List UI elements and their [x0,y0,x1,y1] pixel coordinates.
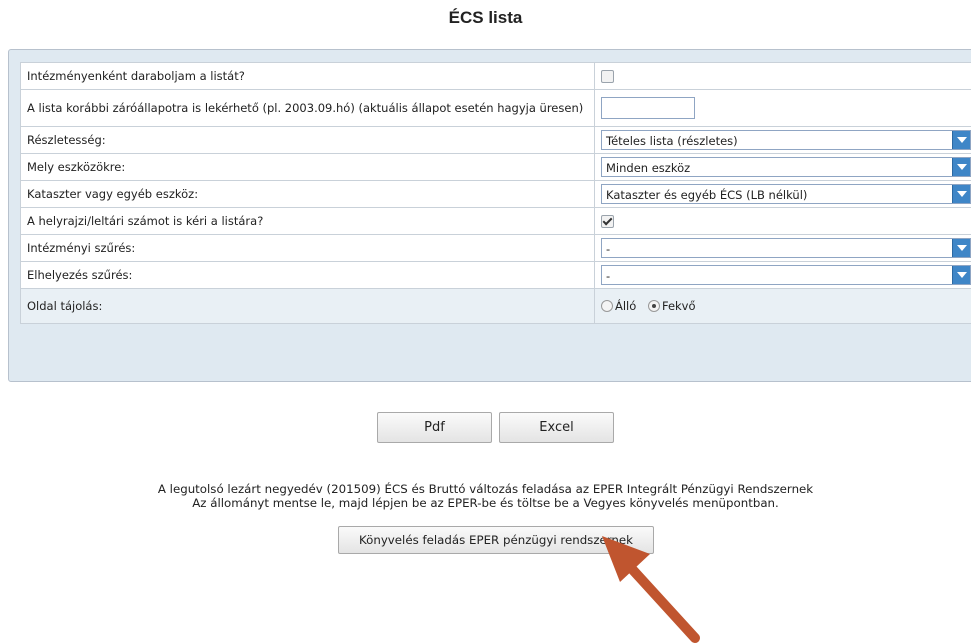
orientation-portrait-label[interactable]: Álló [615,299,636,313]
location-filter-label: Elhelyezés szűrés: [20,261,595,289]
excel-button[interactable]: Excel [499,412,614,443]
cadastre-select-value: Kataszter és egyéb ÉCS (LB nélkül) [606,188,808,202]
detail-select[interactable]: Tételes lista (részletes) [601,130,971,150]
chevron-down-icon[interactable] [952,185,970,203]
split-checkbox[interactable] [601,70,614,83]
split-label: Intézményenként daraboljam a listát? [20,62,595,90]
assets-select-value: Minden eszköz [606,161,691,175]
parcel-number-checkbox[interactable] [601,215,614,228]
table-row: Kataszter vagy egyéb eszköz: Kataszter é… [20,180,971,208]
info-line-1: A legutolsó lezárt negyedév (201509) ÉCS… [157,482,814,496]
institution-filter-label: Intézményi szűrés: [20,234,595,262]
orientation-landscape-label[interactable]: Fekvő [662,299,696,313]
chevron-down-icon[interactable] [952,131,970,149]
annotation-arrow-icon [602,536,700,643]
table-row: A lista korábbi záróállapotra is lekérhe… [20,89,971,127]
orientation-portrait-radio[interactable] [601,300,613,313]
table-row: Oldal tájolás: Álló Fekvő [20,288,971,324]
orientation-landscape-radio[interactable] [647,300,660,313]
institution-filter-select[interactable]: - [601,238,971,258]
chevron-down-icon[interactable] [952,266,970,284]
detail-select-value: Tételes lista (részletes) [606,134,738,148]
location-filter-select[interactable]: - [601,265,971,285]
closing-state-input[interactable] [601,97,695,119]
assets-select[interactable]: Minden eszköz [601,157,971,177]
assets-label: Mely eszközökre: [20,153,595,181]
closing-state-label: A lista korábbi záróállapotra is lekérhe… [20,89,595,127]
orientation-label: Oldal tájolás: [20,288,595,324]
detail-label: Részletesség: [20,126,595,154]
table-row: Mely eszközökre: Minden eszköz [20,153,971,181]
chevron-down-icon[interactable] [952,158,970,176]
chevron-down-icon[interactable] [952,239,970,257]
parcel-number-label: A helyrajzi/leltári számot is kéri a lis… [20,207,595,235]
pdf-button[interactable]: Pdf [377,412,492,443]
settings-table: Intézményenként daraboljam a listát? A l… [20,62,971,324]
institution-filter-value: - [606,242,611,256]
info-line-2: Az állományt mentse le, majd lépjen be a… [192,496,779,510]
cadastre-select[interactable]: Kataszter és egyéb ÉCS (LB nélkül) [601,184,971,204]
annotation-arrow-shaft [617,553,700,643]
location-filter-value: - [606,269,611,283]
info-text: A legutolsó lezárt negyedév (201509) ÉCS… [0,482,971,510]
table-row: A helyrajzi/leltári számot is kéri a lis… [20,207,971,235]
table-row: Részletesség: Tételes lista (részletes) [20,126,971,154]
page-title: ÉCS lista [448,8,523,27]
table-row: Intézményi szűrés: - [20,234,971,262]
table-row: Intézményenként daraboljam a listát? [20,62,971,90]
cadastre-label: Kataszter vagy egyéb eszköz: [20,180,595,208]
table-row: Elhelyezés szűrés: - [20,261,971,289]
